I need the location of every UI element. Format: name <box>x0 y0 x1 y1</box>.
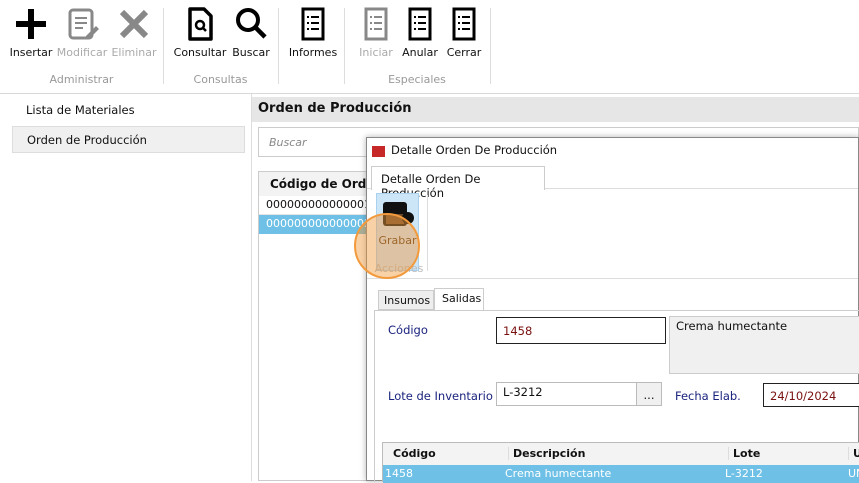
separator <box>278 8 279 84</box>
insertar-label: Insertar <box>9 46 53 59</box>
codigo-label: Código <box>388 323 428 337</box>
salidas-panel: Código 1458 Crema humectante Lote de Inv… <box>374 310 859 483</box>
anular-label: Anular <box>402 46 438 59</box>
column-header-codigo[interactable]: Código <box>393 447 436 460</box>
magnifier-icon <box>236 8 267 39</box>
eliminar-button[interactable]: Eliminar <box>110 6 158 59</box>
tab-insumos[interactable]: Insumos <box>378 290 434 310</box>
buscar-button[interactable]: Buscar <box>230 6 272 59</box>
insertar-button[interactable]: Insertar <box>8 6 54 59</box>
consultar-label: Consultar <box>173 46 227 59</box>
detalle-dialog: Detalle Orden De Producción Detalle Orde… <box>354 137 859 483</box>
group-especiales: Especiales <box>388 73 446 86</box>
document-search-icon <box>188 7 213 41</box>
modificar-button[interactable]: Modificar <box>56 6 108 59</box>
column-header-lote[interactable]: Lote <box>728 447 760 460</box>
sidebar-item-lista-materiales[interactable]: Lista de Materiales <box>12 97 245 124</box>
group-consultas: Consultas <box>193 73 248 86</box>
lote-input[interactable]: L-3212 <box>496 382 637 406</box>
iniciar-label: Iniciar <box>359 46 393 59</box>
separator <box>490 8 491 84</box>
ribbon-toolbar: Insertar Modificar Eliminar Consultar Bu… <box>0 0 859 94</box>
cell-unidad: UN <box>848 467 859 480</box>
sidebar-item-orden-produccion[interactable]: Orden de Producción <box>12 126 245 153</box>
x-icon <box>119 9 149 39</box>
column-header-codigo-orden[interactable]: Código de Orden <box>259 172 377 196</box>
sidebar-item-label: Lista de Materiales <box>26 103 135 117</box>
modificar-label: Modificar <box>56 46 108 59</box>
page-title: Orden de Producción <box>252 97 859 122</box>
cerrar-label: Cerrar <box>446 46 482 59</box>
app-icon <box>372 146 385 157</box>
group-administrar: Administrar <box>49 73 114 86</box>
table-row[interactable]: 1458 Crema humectante L-3212 UN <box>383 465 859 483</box>
table-row[interactable]: 000000000000001 <box>259 196 377 215</box>
lote-browse-button[interactable]: ... <box>636 382 662 406</box>
cell-codigo: 1458 <box>385 467 413 480</box>
eliminar-label: Eliminar <box>111 46 157 59</box>
iniciar-button[interactable]: Iniciar <box>356 6 396 59</box>
report-icon <box>452 7 476 41</box>
dialog-titlebar[interactable]: Detalle Orden De Producción <box>367 138 858 163</box>
consultar-button[interactable]: Consultar <box>173 6 227 59</box>
report-icon <box>301 7 325 41</box>
dialog-title: Detalle Orden De Producción <box>391 143 558 157</box>
cell-lote: L-3212 <box>725 467 763 480</box>
lote-label: Lote de Inventario <box>388 389 493 403</box>
codigo-input[interactable]: 1458 <box>496 317 666 344</box>
fecha-label: Fecha Elab. <box>675 389 741 403</box>
cerrar-button[interactable]: Cerrar <box>444 6 484 59</box>
informes-button[interactable]: Informes <box>287 6 339 59</box>
edit-icon <box>68 8 99 40</box>
descripcion-field: Crema humectante <box>669 316 859 374</box>
report-icon <box>408 7 432 41</box>
report-icon <box>364 7 388 41</box>
tab-detalle[interactable]: Detalle Orden De Producción <box>371 166 545 200</box>
sidebar-item-label: Orden de Producción <box>27 133 147 147</box>
cell-descripcion: Crema humectante <box>505 467 612 480</box>
plus-icon <box>16 9 46 39</box>
orders-grid: Código de Orden 000000000000001 00000000… <box>258 171 378 481</box>
anular-button[interactable]: Anular <box>400 6 440 59</box>
informes-label: Informes <box>288 46 338 59</box>
tab-salidas[interactable]: Salidas <box>434 288 484 311</box>
column-header-u[interactable]: U <box>848 447 859 460</box>
column-header-descripcion[interactable]: Descripción <box>508 447 585 460</box>
fecha-input[interactable]: 24/10/2024 <box>763 383 859 407</box>
buscar-label: Buscar <box>232 46 270 59</box>
click-indicator <box>354 213 420 279</box>
salidas-table: Código Descripción Lote U 1458 Crema hum… <box>382 442 859 483</box>
